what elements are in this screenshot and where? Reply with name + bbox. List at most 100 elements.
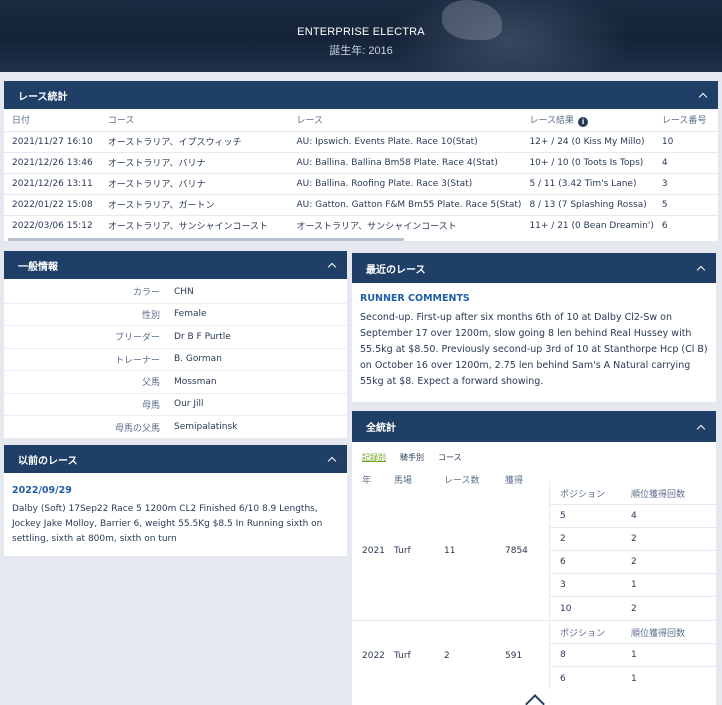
earned-value: 591 (505, 650, 523, 661)
info-value: Dr B F Purtle (174, 331, 231, 342)
position-value: 2 (560, 534, 566, 544)
col-date: 日付 (12, 116, 31, 127)
position-row: 6 2 (550, 551, 716, 574)
general-info-title: 一般情報 (18, 261, 58, 273)
general-info-panel: 一般情報 カラー CHN 性別 Female ブリーダー Dr B F Purt… (4, 251, 347, 438)
placings-value: 1 (631, 650, 637, 660)
year-block-2022: 2022 Turf 2 591 ポジション 順位獲得回数 8 1 6 1 (352, 620, 716, 690)
table-header-row: 日付 コース レース レース結果 i レース番号 (4, 109, 718, 131)
year-summary: 2022 Turf 2 591 (352, 621, 549, 690)
year-block-2021: 2021 Turf 11 7854 ポジション 順位獲得回数 5 4 2 2 6… (352, 482, 716, 620)
cell-course: オーストラリア、イプスウィッチ (99, 130, 289, 152)
info-row-sex: 性別 Female (4, 304, 347, 326)
tab-by-jockey[interactable]: 騎手別 (400, 452, 424, 463)
cell-course: オーストラリア、ガートン (99, 193, 289, 215)
info-value: Our Jill (174, 399, 204, 410)
recent-race-panel: 最近のレース RUNNER COMMENTS Second-up. First-… (352, 253, 716, 402)
horse-name: ENTERPRISE ELECTRA (297, 26, 425, 38)
chevron-up-icon[interactable] (696, 263, 706, 273)
year-summary: 2021 Turf 11 7854 (352, 482, 549, 620)
position-value: 5 (560, 511, 566, 521)
table-row[interactable]: 2022/03/06 15:12 オーストラリア、サンシャインコースト オースト… (4, 214, 718, 236)
tab-by-record[interactable]: 記録別 (362, 452, 386, 463)
general-info-header[interactable]: 一般情報 (4, 251, 347, 279)
cell-race-number: 6 (653, 214, 718, 236)
info-label: ブリーダー (114, 333, 160, 344)
col-position: ポジション (560, 489, 606, 500)
cell-date: 2022/03/06 15:12 (4, 214, 100, 236)
race-stats-table: 日付 コース レース レース結果 i レース番号 2021/11/27 16:10… (4, 109, 718, 236)
col-course: コース (107, 116, 135, 127)
col-position: ポジション (560, 628, 606, 639)
cell-race: オーストラリア、サンシャインコースト (288, 214, 522, 236)
cell-result: 12+ / 24 (0 Kiss My Millo) (521, 130, 654, 152)
col-result: レース結果 i (521, 109, 653, 131)
cell-date: 2021/12/26 13:46 (4, 151, 100, 173)
runner-comments-title: RUNNER COMMENTS (360, 293, 470, 304)
year-value: 2022 (362, 650, 385, 661)
position-value: 8 (560, 650, 566, 660)
chevron-up-icon[interactable] (327, 260, 337, 270)
info-label: 母馬の父馬 (114, 423, 160, 434)
cell-race: AU: Ballina. Roofing Plate. Race 3(Stat) (288, 172, 522, 194)
recent-race-title: 最近のレース (366, 264, 426, 276)
previous-race-text: Dalby (Soft) 17Sep22 Race 5 1200m CL2 Fi… (12, 504, 323, 544)
races-value: 11 (444, 546, 456, 556)
placings-value: 2 (631, 557, 637, 567)
cell-result: 11+ / 21 (0 Bean Dreamin') (521, 214, 654, 236)
recent-race-header[interactable]: 最近のレース (352, 253, 716, 283)
cell-result: 8 / 13 (7 Splashing Rossa) (521, 193, 654, 215)
surface-value: Turf (394, 546, 411, 556)
table-row[interactable]: 2021/12/26 13:46 オーストラリア、バリナ AU: Ballina… (4, 151, 718, 173)
cell-race-number: 10 (653, 130, 718, 152)
race-stats-panel: レース統計 日付 コース レース レース結果 i レース番号 2021/11/27… (4, 81, 718, 241)
full-stats-panel: 全統計 記録別 騎手別 コース 年 馬場 レース数 獲得 2021 Turf 1… (352, 411, 716, 705)
table-row[interactable]: 2022/01/22 15:08 オーストラリア、ガートン AU: Gatton… (4, 193, 718, 215)
cell-course: オーストラリア、バリナ (99, 151, 289, 173)
position-row: 3 1 (550, 574, 716, 597)
previous-race-panel: 以前のレース 2022/09/29 Dalby (Soft) 17Sep22 R… (4, 445, 347, 556)
runner-comments-text: Second-up. First-up after six months 6th… (360, 312, 708, 387)
chevron-up-icon[interactable] (698, 90, 708, 100)
info-value: CHN (174, 286, 194, 297)
info-label: 性別 (141, 310, 160, 321)
info-value: Semipalatinsk (174, 422, 238, 433)
col-race-number: レース番号 (661, 116, 707, 127)
cell-race-number: 4 (653, 151, 718, 173)
full-stats-title: 全統計 (366, 423, 396, 434)
info-value: Mossman (174, 376, 217, 387)
race-stats-header[interactable]: レース統計 (4, 81, 718, 109)
cell-race-number: 3 (653, 172, 718, 194)
cell-race: AU: Ballina. Ballina Bm58 Plate. Race 4(… (288, 151, 522, 173)
col-race: レース (296, 116, 324, 127)
position-value: 3 (560, 580, 566, 590)
info-icon[interactable]: i (578, 116, 589, 127)
races-value: 2 (444, 650, 450, 661)
info-row-breeder: ブリーダー Dr B F Purtle (4, 326, 347, 349)
info-value: Female (174, 309, 207, 320)
info-row-color: カラー CHN (4, 281, 347, 304)
position-row: 6 1 (550, 667, 716, 690)
surface-value: Turf (394, 650, 411, 661)
chevron-up-icon[interactable] (696, 422, 706, 432)
horizontal-scrollbar[interactable] (8, 238, 404, 241)
position-row: 2 2 (550, 528, 716, 551)
table-row[interactable]: 2021/12/26 13:11 オーストラリア、バリナ AU: Ballina… (4, 172, 718, 194)
full-stats-header[interactable]: 全統計 (352, 411, 716, 442)
tab-by-course[interactable]: コース (438, 452, 462, 463)
info-label: 母馬 (141, 400, 160, 411)
info-label: カラー (132, 288, 160, 299)
table-row[interactable]: 2021/11/27 16:10 オーストラリア、イプスウィッチ AU: Ips… (4, 130, 718, 152)
birth-year: 誕生年: 2016 (329, 45, 393, 57)
col-placings: 順位獲得回数 (631, 489, 686, 500)
placings-value: 2 (631, 534, 637, 544)
position-value: 6 (560, 557, 566, 567)
scroll-top-icon[interactable] (522, 693, 548, 705)
info-row-sire: 父馬 Mossman (4, 371, 347, 394)
chevron-up-icon[interactable] (327, 454, 337, 464)
cell-course: オーストラリア、サンシャインコースト (99, 214, 289, 236)
previous-race-header[interactable]: 以前のレース (4, 445, 347, 473)
position-row: 10 2 (550, 597, 716, 620)
info-row-trainer: トレーナー B. Gorman (4, 349, 347, 371)
cell-result: 10+ / 10 (0 Toots Is Tops) (521, 151, 654, 173)
